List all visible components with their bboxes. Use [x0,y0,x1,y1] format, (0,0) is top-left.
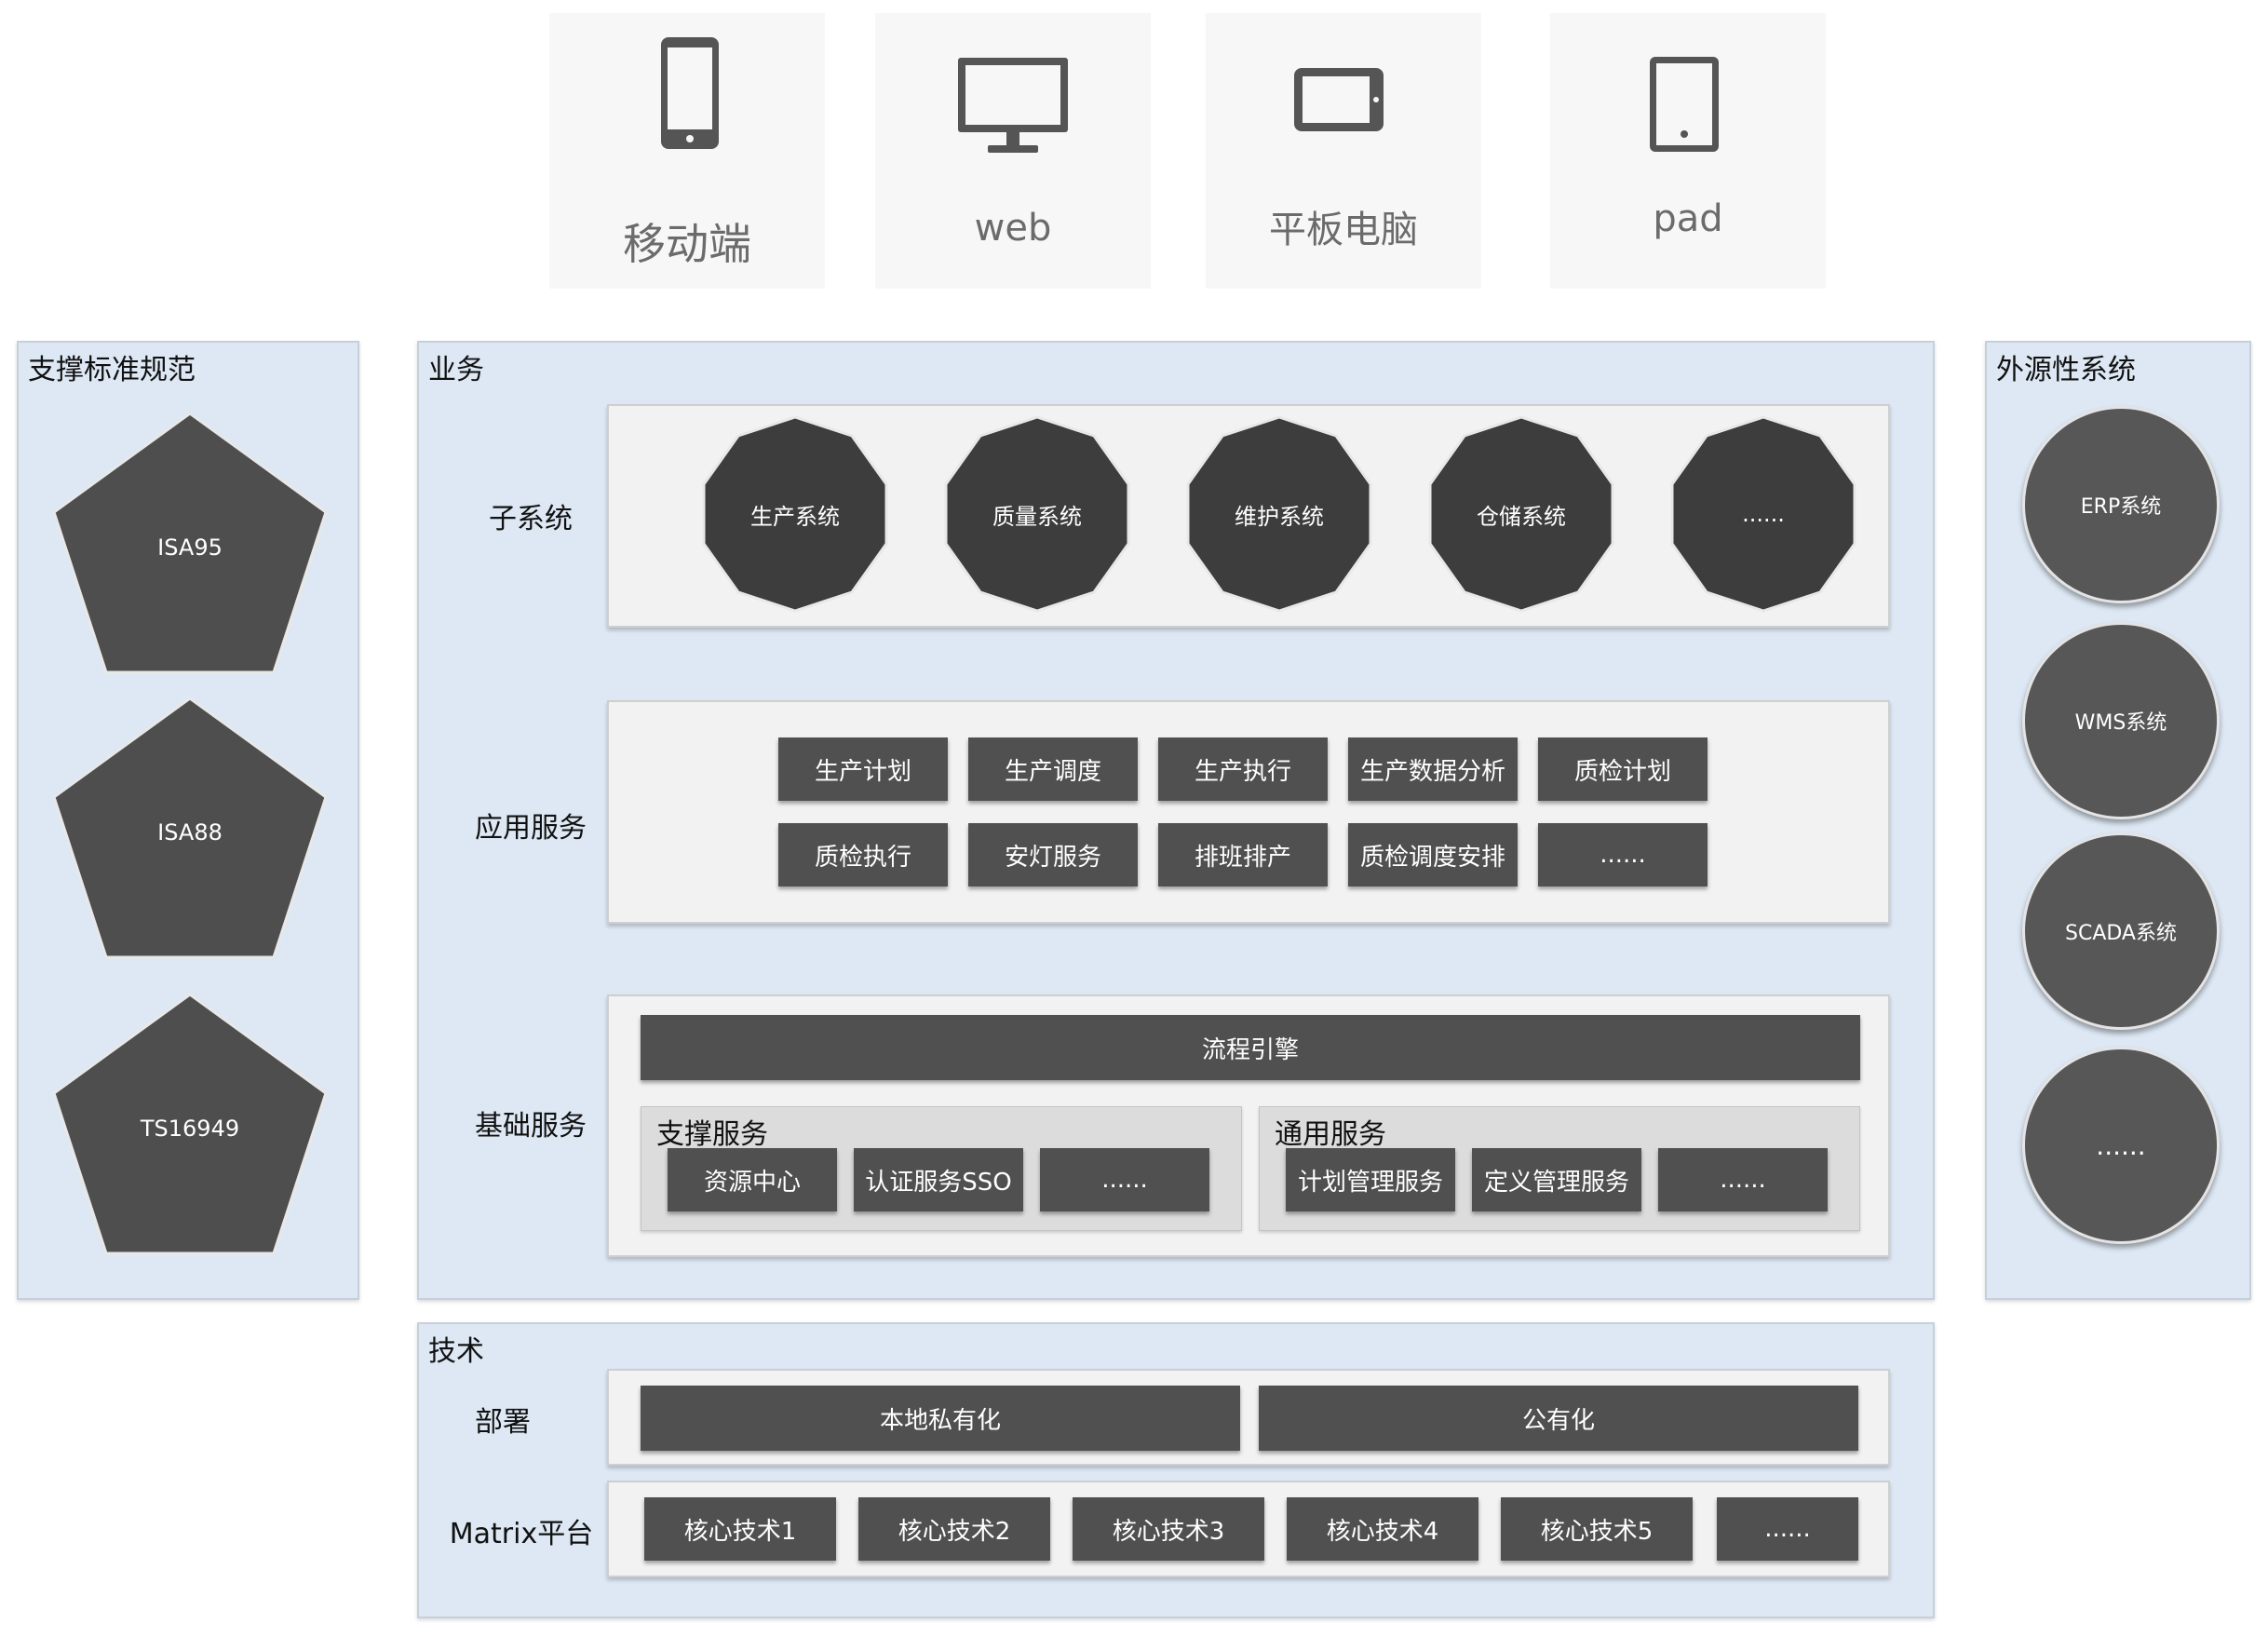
subsystem-decagon: 生产系统 [696,415,894,613]
standards-title: 支撑标准规范 [28,354,196,386]
external-panel: 外源性系统 ERP系统 WMS系统 SCADA系统 ...... [1985,341,2251,1300]
subsystem-label: 生产系统 [750,503,840,530]
common-service-box: 定义管理服务 [1472,1148,1641,1211]
device-tablet: 平板电脑 [1206,13,1481,289]
tablet-portrait-icon [1650,57,1719,152]
core-tech-box: 核心技术5 [1501,1497,1693,1561]
subsystem-label: ...... [1742,501,1785,527]
matrix-area: 核心技术1 核心技术2 核心技术3 核心技术4 核心技术5 ...... [607,1481,1890,1577]
tech-title: 技术 [428,1335,484,1368]
device-label: 平板电脑 [1269,209,1418,251]
process-engine-box: 流程引擎 [641,1015,1860,1080]
app-service-box: ...... [1538,823,1708,886]
common-services-title: 通用服务 [1275,1118,1386,1151]
external-system-circle: SCADA系统 [2022,832,2220,1030]
tech-panel: 技术 部署 本地私有化 公有化 Matrix平台 核心技术1 核心技术2 核心技… [417,1322,1935,1618]
subsystem-label: 质量系统 [992,503,1082,530]
device-mobile: 移动端 [549,13,825,289]
subsystems-label: 子系统 [489,503,573,535]
core-tech-box: 核心技术2 [858,1497,1050,1561]
subsystem-decagon: 质量系统 [938,415,1136,613]
mobile-phone-icon [661,37,719,149]
common-services-group: 通用服务 计划管理服务 定义管理服务 ...... [1259,1106,1860,1231]
app-service-box: 质检执行 [778,823,948,886]
external-system-circle: WMS系统 [2022,622,2220,819]
external-title: 外源性系统 [1996,354,2136,386]
deploy-label: 部署 [475,1406,531,1439]
external-system-circle: ERP系统 [2022,406,2220,603]
deploy-box: 公有化 [1259,1386,1858,1451]
external-system-circle: ...... [2022,1047,2220,1244]
subsystem-decagon: 维护系统 [1181,415,1378,613]
business-panel: 业务 子系统 生产系统 质量系统 维护系统 仓储系统 ...... 应用服务 生… [417,341,1935,1300]
support-service-box: 资源中心 [668,1148,837,1211]
support-services-group: 支撑服务 资源中心 认证服务SSO ...... [641,1106,1242,1231]
app-service-box: 排班排产 [1158,823,1328,886]
tablet-landscape-icon [1294,68,1384,131]
support-service-box: 认证服务SSO [854,1148,1023,1211]
core-tech-box: 核心技术1 [644,1497,836,1561]
core-tech-box: 核心技术4 [1287,1497,1478,1561]
app-service-box: 生产数据分析 [1348,737,1518,801]
app-service-box: 生产计划 [778,737,948,801]
support-service-box: ...... [1040,1148,1209,1211]
device-label: 移动端 [623,219,751,269]
base-services-area: 流程引擎 支撑服务 资源中心 认证服务SSO ...... 通用服务 计划管理服… [607,994,1890,1257]
app-service-box: 质检计划 [1538,737,1708,801]
device-label: pad [1653,197,1723,240]
common-service-box: 计划管理服务 [1286,1148,1455,1211]
deploy-area: 本地私有化 公有化 [607,1369,1890,1466]
app-service-box: 质检调度安排 [1348,823,1518,886]
core-tech-box: 核心技术3 [1073,1497,1264,1561]
app-service-box: 生产执行 [1158,737,1328,801]
support-services-title: 支撑服务 [656,1118,768,1151]
subsystem-label: 维护系统 [1235,503,1324,530]
standard-label: TS16949 [140,1116,240,1142]
subsystem-label: 仓储系统 [1477,503,1566,530]
device-label: web [974,207,1052,250]
matrix-label: Matrix平台 [449,1518,594,1550]
standard-pentagon: ISA88 [50,695,330,961]
desktop-monitor-icon [958,58,1068,153]
standard-label: ISA95 [157,534,223,561]
app-services-area: 生产计划 生产调度 生产执行 生产数据分析 质检计划 质检执行 安灯服务 排班排… [607,700,1890,924]
subsystem-decagon: 仓储系统 [1423,415,1620,613]
app-services-label: 应用服务 [475,812,587,845]
app-service-box: 安灯服务 [968,823,1138,886]
base-services-label: 基础服务 [475,1110,587,1143]
device-web: web [875,13,1151,289]
deploy-box: 本地私有化 [641,1386,1240,1451]
standard-pentagon: TS16949 [50,991,330,1257]
business-title: 业务 [428,354,484,386]
device-pad: pad [1550,13,1826,289]
subsystems-area: 生产系统 质量系统 维护系统 仓储系统 ...... [607,404,1890,628]
common-service-box: ...... [1658,1148,1828,1211]
standards-panel: 支撑标准规范 ISA95 ISA88 TS16949 [17,341,359,1300]
standard-label: ISA88 [157,819,223,846]
subsystem-decagon: ...... [1665,415,1862,613]
standard-pentagon: ISA95 [50,410,330,676]
core-tech-box: ...... [1717,1497,1858,1561]
app-service-box: 生产调度 [968,737,1138,801]
